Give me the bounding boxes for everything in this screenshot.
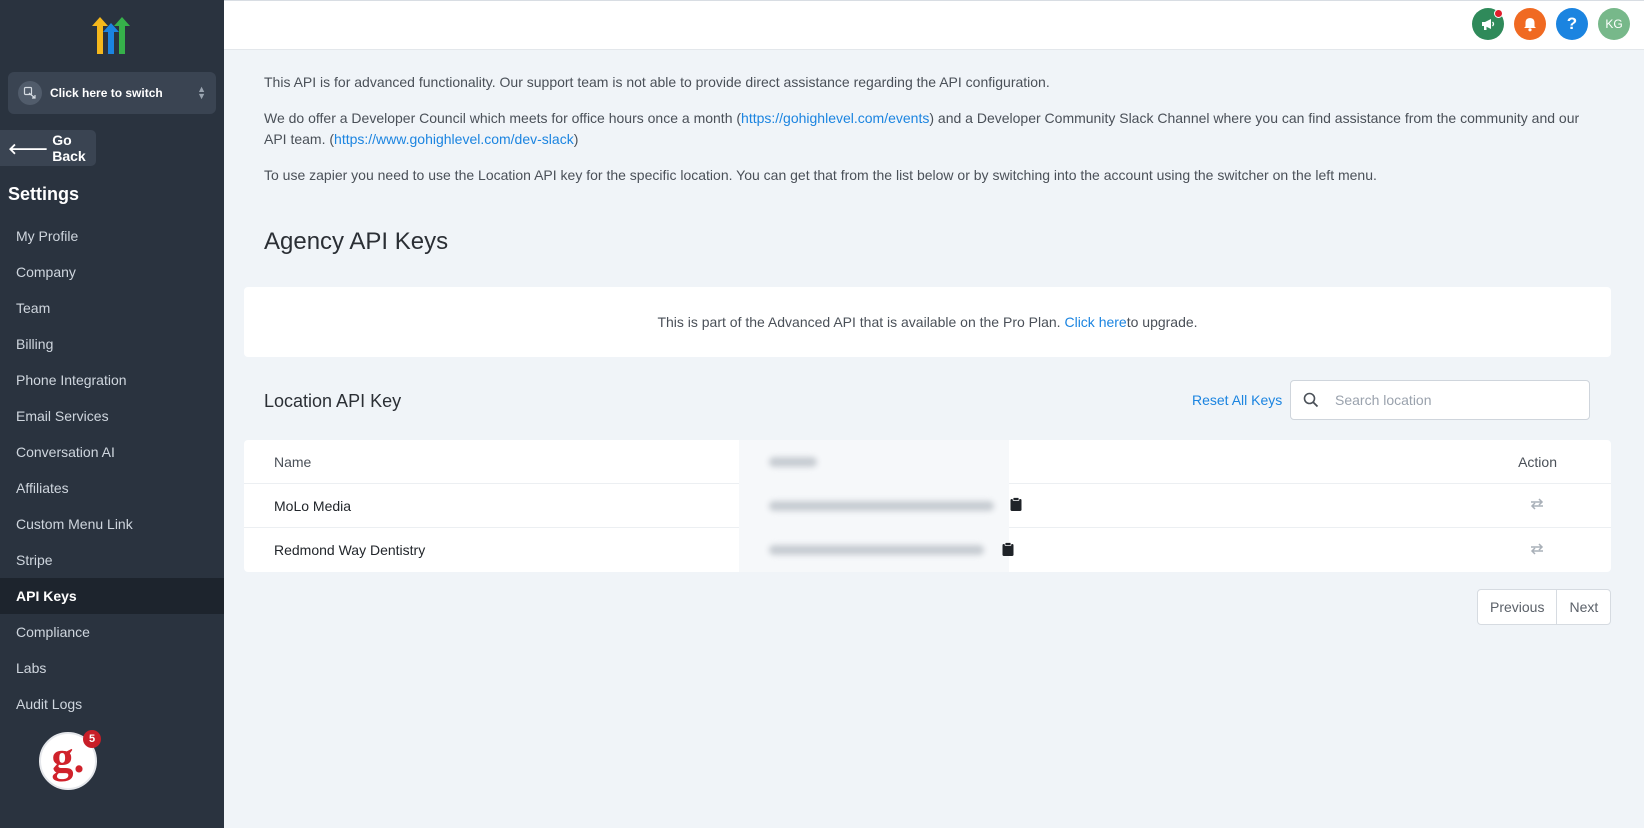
pagination: Previous Next	[1477, 589, 1612, 625]
api-key-column-header-redacted	[739, 439, 1009, 484]
sidebar-item-label: Email Services	[16, 408, 109, 424]
clipboard-icon[interactable]	[1002, 541, 1014, 559]
search-input[interactable]	[1335, 392, 1565, 408]
notification-count-badge: 5	[83, 730, 101, 748]
reset-all-keys-link[interactable]: Reset All Keys	[1192, 392, 1282, 408]
table-header-row: Name Action	[244, 439, 1611, 484]
sidebar-item-labs[interactable]: Labs	[0, 650, 224, 686]
intro-paragraph-2: We do offer a Developer Council which me…	[264, 108, 1604, 150]
redacted-key	[769, 500, 994, 511]
sidebar-item-stripe[interactable]: Stripe	[0, 542, 224, 578]
support-widget-logo: g.	[51, 733, 85, 782]
user-avatar[interactable]: KG	[1598, 8, 1630, 40]
announcements-button[interactable]	[1472, 8, 1504, 40]
table-row: Redmond Way Dentistry	[244, 528, 1611, 572]
location-api-key-table: Name Action MoLo Media Redmond Way Denti…	[244, 439, 1611, 572]
sidebar-item-label: Phone Integration	[16, 372, 127, 388]
next-page-button[interactable]: Next	[1556, 590, 1610, 624]
location-search	[1290, 380, 1590, 420]
redacted-key	[769, 545, 984, 555]
api-key-redacted	[739, 483, 1009, 528]
sidebar-item-email-services[interactable]: Email Services	[0, 398, 224, 434]
sidebar-item-billing[interactable]: Billing	[0, 326, 224, 362]
pro-plan-notice: This is part of the Advanced API that is…	[244, 287, 1611, 357]
intro-paragraph-1: This API is for advanced functionality. …	[264, 74, 1050, 90]
api-intro: This API is for advanced functionality. …	[264, 72, 1604, 201]
sidebar-item-api-keys[interactable]: API Keys	[0, 578, 224, 614]
settings-title: Settings	[8, 184, 80, 204]
sidebar-item-team[interactable]: Team	[0, 290, 224, 326]
location-name: MoLo Media	[274, 497, 352, 514]
sidebar-item-label: Affiliates	[16, 480, 69, 496]
events-link[interactable]: https://gohighlevel.com/events	[741, 110, 929, 126]
dev-slack-link[interactable]: https://www.gohighlevel.com/dev-slack	[334, 131, 574, 147]
sidebar-item-label: Labs	[16, 660, 47, 676]
table-row: MoLo Media	[244, 483, 1611, 528]
column-header-action: Action	[1518, 453, 1557, 470]
sidebar-item-audit-logs[interactable]: Audit Logs	[0, 686, 224, 722]
bell-icon	[1524, 18, 1536, 32]
sidebar-item-my-profile[interactable]: My Profile	[0, 218, 224, 254]
location-name: Redmond Way Dentistry	[274, 542, 426, 558]
unread-dot	[1494, 9, 1503, 18]
location-api-key-title: Location API Key	[264, 391, 402, 411]
settings-nav: My Profile Company Team Billing Phone In…	[0, 218, 224, 722]
intro-paragraph-3: To use zapier you need to use the Locati…	[264, 167, 1377, 183]
sidebar-item-label: Billing	[16, 336, 54, 352]
sidebar-item-label: Stripe	[16, 552, 53, 568]
clipboard-icon[interactable]	[1010, 497, 1022, 514]
regenerate-key-icon[interactable]	[1529, 542, 1545, 559]
notifications-button[interactable]	[1514, 8, 1546, 40]
sidebar-item-custom-menu-link[interactable]: Custom Menu Link	[0, 506, 224, 542]
sidebar-item-label: My Profile	[16, 228, 79, 244]
sidebar-item-label: Conversation AI	[16, 444, 115, 460]
redacted-header	[769, 456, 817, 467]
switch-icon	[18, 81, 42, 105]
sidebar-item-company[interactable]: Company	[0, 254, 224, 290]
intro-text: We do offer a Developer Council which me…	[264, 110, 742, 126]
main-content: This API is for advanced functionality. …	[224, 50, 1644, 828]
arrow-left-icon: 🡐	[8, 140, 49, 158]
sidebar-item-affiliates[interactable]: Affiliates	[0, 470, 224, 506]
chevron-up-down-icon: ▲ ▼	[197, 84, 206, 101]
top-bar-actions: ? KG	[1472, 8, 1630, 40]
go-back-label: Go Back	[52, 132, 86, 164]
megaphone-icon	[1482, 19, 1495, 30]
sidebar-item-label: Custom Menu Link	[16, 516, 133, 532]
sidebar-item-phone-integration[interactable]: Phone Integration	[0, 362, 224, 398]
top-bar: ? KG	[224, 0, 1644, 50]
go-back-button[interactable]: 🡐 Go Back	[0, 130, 96, 166]
help-button[interactable]: ?	[1556, 8, 1588, 40]
sidebar-item-conversation-ai[interactable]: Conversation AI	[0, 434, 224, 470]
sidebar-item-label: Team	[16, 300, 51, 316]
sidebar: Click here to switch ▲ ▼ 🡐 Go Back Settin…	[0, 0, 224, 828]
avatar-initials: KG	[1605, 17, 1623, 31]
account-switcher[interactable]: Click here to switch ▲ ▼	[8, 72, 216, 114]
intro-text: )	[573, 131, 579, 147]
agency-api-keys-title: Agency API Keys	[264, 228, 449, 255]
api-key-redacted	[739, 528, 1009, 572]
sidebar-item-label: API Keys	[16, 588, 77, 604]
pro-notice-text: to upgrade.	[1126, 314, 1198, 330]
switcher-label: Click here to switch	[50, 86, 163, 100]
column-header-name: Name	[274, 453, 312, 470]
support-widget-button[interactable]: g. 5	[39, 730, 101, 790]
app-logo[interactable]	[90, 16, 134, 56]
sidebar-item-label: Compliance	[16, 624, 90, 640]
previous-page-button[interactable]: Previous	[1478, 590, 1556, 624]
upgrade-link[interactable]: Click here	[1064, 314, 1126, 330]
help-icon: ?	[1566, 14, 1578, 33]
search-icon	[1303, 392, 1319, 408]
pro-notice-text: This is part of the Advanced API that is…	[657, 314, 1061, 330]
sidebar-item-label: Audit Logs	[16, 696, 83, 712]
regenerate-key-icon[interactable]	[1529, 497, 1545, 514]
sidebar-item-label: Company	[16, 264, 76, 280]
sidebar-item-compliance[interactable]: Compliance	[0, 614, 224, 650]
